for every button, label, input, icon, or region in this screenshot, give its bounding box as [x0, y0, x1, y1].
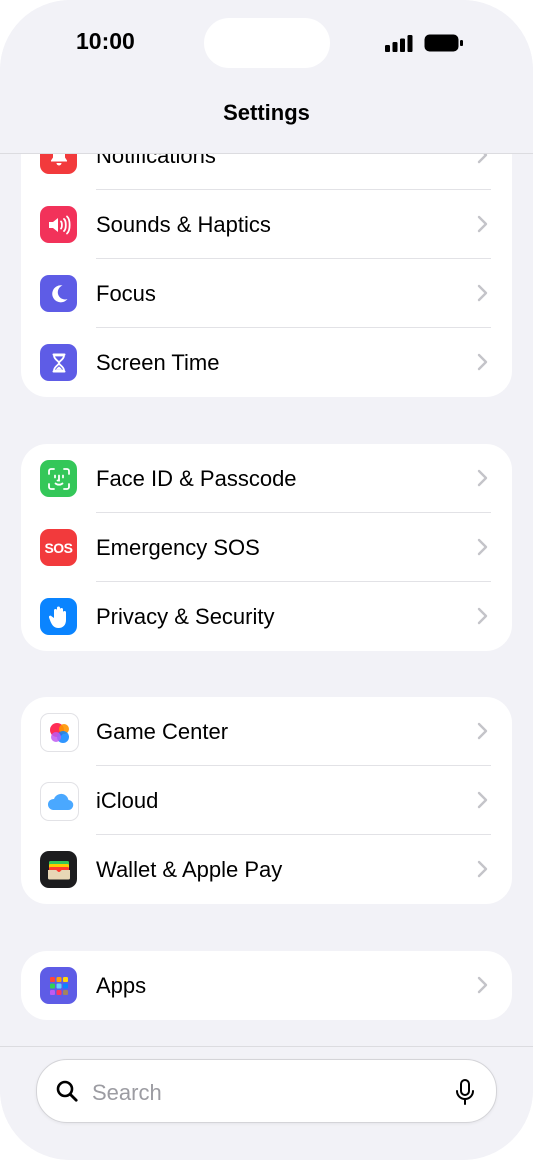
row-privacy-security[interactable]: Privacy & Security [21, 582, 512, 651]
hand-icon [40, 598, 77, 635]
face-id-icon [40, 460, 77, 497]
row-icloud[interactable]: iCloud [21, 766, 512, 835]
chevron-right-icon [477, 353, 488, 371]
status-time: 10:00 [76, 28, 135, 54]
cloud-icon [40, 782, 79, 821]
row-focus[interactable]: Focus [21, 259, 512, 328]
chevron-right-icon [477, 791, 488, 809]
search-field[interactable]: Search [36, 1059, 497, 1123]
chevron-right-icon [477, 469, 488, 487]
row-apps[interactable]: Apps [21, 951, 512, 1020]
phone-screen: Notifications Sounds & Haptics Focus Scr… [0, 0, 533, 1160]
sos-icon-text: SOS [44, 539, 73, 556]
battery-icon [424, 34, 463, 52]
settings-group-services: Game Center iCloud Wallet & Apple Pay [21, 697, 512, 904]
chevron-right-icon [477, 722, 488, 740]
chevron-right-icon [477, 976, 488, 994]
row-label: Face ID & Passcode [96, 466, 297, 491]
row-wallet[interactable]: Wallet & Apple Pay [21, 835, 512, 904]
status-bar: 10:00 [0, 0, 533, 90]
row-sounds-haptics[interactable]: Sounds & Haptics [21, 190, 512, 259]
chevron-right-icon [477, 860, 488, 878]
chevron-right-icon [477, 215, 488, 233]
navigation-bar: Settings [0, 90, 533, 154]
chevron-right-icon [477, 284, 488, 302]
row-label: Apps [96, 973, 147, 998]
settings-list: Notifications Sounds & Haptics Focus Scr… [0, 0, 533, 1160]
row-face-id[interactable]: Face ID & Passcode [21, 444, 512, 513]
microphone-icon[interactable] [454, 1078, 476, 1106]
search-icon [56, 1080, 78, 1102]
row-label: Wallet & Apple Pay [96, 857, 283, 882]
chevron-right-icon [477, 538, 488, 556]
speaker-icon [40, 206, 77, 243]
row-label: iCloud [96, 788, 159, 813]
row-screen-time[interactable]: Screen Time [21, 328, 512, 397]
row-label: Emergency SOS [96, 535, 260, 560]
hourglass-icon [40, 344, 77, 381]
settings-group-apps: Apps [21, 951, 512, 1020]
search-placeholder: Search [92, 1080, 162, 1105]
row-label: Screen Time [96, 350, 220, 375]
row-label: Focus [96, 281, 156, 306]
dynamic-island [204, 18, 330, 68]
row-label: Sounds & Haptics [96, 212, 271, 237]
bottom-search-area: Search [0, 1046, 533, 1160]
row-label: Privacy & Security [96, 604, 275, 629]
row-emergency-sos[interactable]: SOS Emergency SOS [21, 513, 512, 582]
settings-group-notifications: Notifications Sounds & Haptics Focus Scr… [21, 121, 512, 397]
cellular-signal-icon [385, 35, 413, 52]
sos-icon: SOS [40, 529, 77, 566]
row-label: Game Center [96, 719, 229, 744]
game-center-icon [40, 713, 79, 752]
settings-group-security: Face ID & Passcode SOS Emergency SOS Pri… [21, 444, 512, 651]
page-title: Settings [223, 100, 310, 125]
chevron-right-icon [477, 607, 488, 625]
apps-grid-icon [40, 967, 77, 1004]
moon-icon [40, 275, 77, 312]
row-game-center[interactable]: Game Center [21, 697, 512, 766]
wallet-icon [40, 851, 77, 888]
